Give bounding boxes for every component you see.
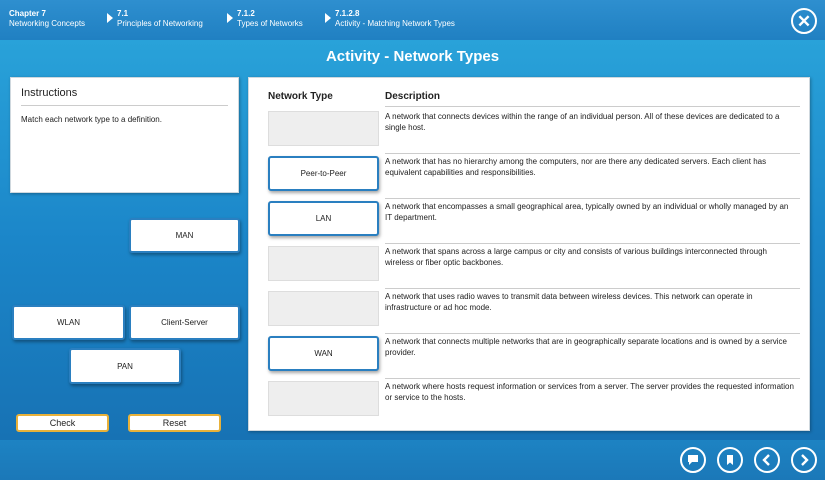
chevron-left-icon bbox=[762, 454, 770, 466]
breadcrumb-label: Principles of Networking bbox=[117, 19, 203, 28]
table-row: LAN A network that encompasses a small g… bbox=[263, 199, 800, 244]
choice-pan[interactable]: PAN bbox=[69, 348, 181, 384]
breadcrumb-label: Types of Networks bbox=[237, 19, 303, 28]
bookmark-button[interactable] bbox=[717, 447, 743, 473]
row-description: A network that has no hierarchy among th… bbox=[385, 157, 767, 177]
breadcrumb-separator-icon bbox=[227, 13, 233, 23]
table-row: WAN A network that connects multiple net… bbox=[263, 334, 800, 379]
placed-choice[interactable]: WAN bbox=[268, 336, 379, 371]
close-button[interactable]: ✕ bbox=[791, 8, 817, 34]
header-divider bbox=[385, 106, 800, 107]
bottom-bar bbox=[0, 440, 825, 480]
column-header-description: Description bbox=[385, 91, 441, 102]
placed-choice[interactable]: Peer-to-Peer bbox=[268, 156, 379, 191]
drop-target[interactable] bbox=[268, 381, 379, 416]
chat-icon bbox=[688, 455, 698, 465]
breadcrumb-item-activity[interactable]: 7.1.2.8 Activity - Matching Network Type… bbox=[335, 9, 455, 29]
table-row: A network that connects devices within t… bbox=[263, 109, 800, 154]
row-description: A network that spans across a large camp… bbox=[385, 247, 767, 267]
breadcrumb-label: Activity - Matching Network Types bbox=[335, 19, 455, 28]
row-description: A network that uses radio waves to trans… bbox=[385, 292, 753, 312]
drop-target[interactable] bbox=[268, 246, 379, 281]
table-row: A network where hosts request informatio… bbox=[263, 379, 798, 424]
choice-client-server[interactable]: Client-Server bbox=[129, 305, 240, 340]
breadcrumb-number: Chapter 7 bbox=[9, 9, 46, 18]
row-description: A network that connects multiple network… bbox=[385, 337, 787, 357]
matching-table: Network Type Description A network that … bbox=[248, 77, 810, 431]
check-button[interactable]: Check bbox=[16, 414, 109, 432]
instructions-heading: Instructions bbox=[21, 87, 228, 106]
chevron-right-icon bbox=[801, 454, 809, 466]
row-description: A network that encompasses a small geogr… bbox=[385, 202, 789, 222]
previous-button[interactable] bbox=[754, 447, 780, 473]
instructions-panel: Instructions Match each network type to … bbox=[10, 77, 239, 193]
column-header-network-type: Network Type bbox=[268, 91, 333, 102]
breadcrumb-label: Networking Concepts bbox=[9, 19, 86, 28]
breadcrumb-item-section[interactable]: 7.1 Principles of Networking bbox=[117, 9, 203, 29]
drop-target[interactable] bbox=[268, 111, 379, 146]
instructions-text: Match each network type to a definition. bbox=[21, 115, 162, 124]
next-button[interactable] bbox=[791, 447, 817, 473]
drop-target[interactable] bbox=[268, 291, 379, 326]
table-row: A network that spans across a large camp… bbox=[263, 244, 800, 289]
row-description: A network that connects devices within t… bbox=[385, 112, 780, 132]
placed-choice[interactable]: LAN bbox=[268, 201, 379, 236]
chat-button[interactable] bbox=[680, 447, 706, 473]
breadcrumb-item-chapter[interactable]: Chapter 7 Networking Concepts bbox=[9, 9, 85, 29]
breadcrumb-number: 7.1.2.8 bbox=[335, 9, 360, 18]
breadcrumb-separator-icon bbox=[107, 13, 113, 23]
breadcrumb-number: 7.1 bbox=[117, 9, 129, 18]
reset-button[interactable]: Reset bbox=[128, 414, 221, 432]
breadcrumb-number: 7.1.2 bbox=[237, 9, 255, 18]
breadcrumb-item-subsection[interactable]: 7.1.2 Types of Networks bbox=[237, 9, 303, 29]
table-row: Peer-to-Peer A network that has no hiera… bbox=[263, 154, 800, 199]
choice-wlan[interactable]: WLAN bbox=[12, 305, 125, 340]
close-icon: ✕ bbox=[796, 11, 812, 31]
bookmark-icon bbox=[727, 455, 733, 465]
table-row: A network that uses radio waves to trans… bbox=[263, 289, 800, 334]
row-description: A network where hosts request informatio… bbox=[385, 382, 794, 402]
page-title: Activity - Network Types bbox=[325, 48, 500, 65]
breadcrumb-separator-icon bbox=[325, 13, 331, 23]
activity-area: Activity - Network Types Instructions Ma… bbox=[0, 40, 825, 440]
top-bar: Chapter 7 Networking Concepts 7.1 Princi… bbox=[0, 0, 825, 40]
choice-man[interactable]: MAN bbox=[129, 218, 240, 253]
